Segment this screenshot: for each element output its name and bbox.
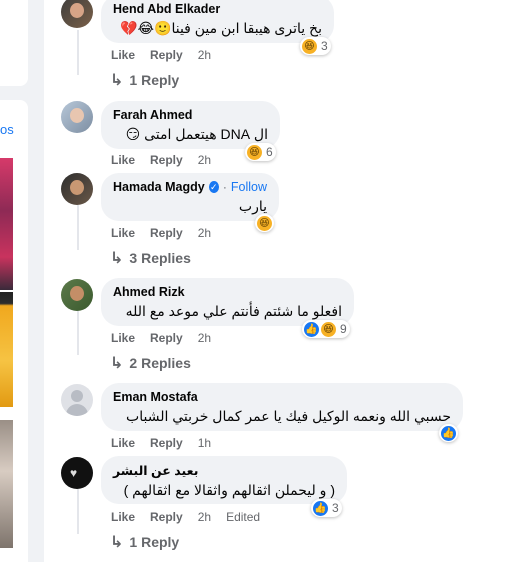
comment-bubble: Hamada Magdy ✓ · Follow يارب xyxy=(101,173,279,221)
avatar[interactable] xyxy=(61,279,93,311)
author-row: Hamada Magdy ✓ · Follow xyxy=(113,180,267,194)
comment-text: حسبي الله ونعمه الوكيل فيك يا عمر كمال خ… xyxy=(126,408,451,424)
replies-label: 2 Replies xyxy=(129,355,191,371)
reply-button[interactable]: Reply xyxy=(150,510,183,524)
separator-dot: · xyxy=(222,180,227,194)
reply-button[interactable]: Reply xyxy=(150,48,183,62)
story-thumbnail[interactable] xyxy=(0,292,13,407)
comment-bubble: Ahmed Rizk افعلو ما شئتم فأنتم علي موعد … xyxy=(101,278,354,326)
timestamp[interactable]: 2h xyxy=(198,48,211,62)
reaction-count: 9 xyxy=(340,322,347,336)
reply-arrow-icon: ↳ xyxy=(110,534,124,551)
sidebar-link[interactable]: os xyxy=(0,122,14,137)
reaction-count: 6 xyxy=(266,145,273,159)
reaction-summary[interactable]: 😆 3 xyxy=(300,37,331,55)
reply-arrow-icon: ↳ xyxy=(110,250,124,267)
timestamp[interactable]: 2h xyxy=(198,226,211,240)
comment-bubble: Hend Abd Elkader بخ ياترى هيبقا ابن مين … xyxy=(101,0,334,43)
story-thumbnail[interactable] xyxy=(0,158,13,290)
haha-reaction-icon: 😆 xyxy=(302,38,317,54)
comment-author[interactable]: Hamada Magdy xyxy=(113,180,205,194)
timestamp[interactable]: 1h xyxy=(198,436,211,450)
broken-heart-icon: ♥ xyxy=(70,466,78,480)
reply-arrow-icon: ↳ xyxy=(110,355,124,372)
follow-button[interactable]: Follow xyxy=(231,180,267,194)
comment-author[interactable]: بعيد عن البشر xyxy=(113,463,335,478)
thread-line xyxy=(77,30,79,75)
thread-line xyxy=(77,310,79,355)
comment-author[interactable]: Hend Abd Elkader xyxy=(113,2,322,16)
avatar[interactable]: ♥ xyxy=(61,457,93,489)
comment-author[interactable]: Eman Mostafa xyxy=(113,390,451,404)
like-reaction-icon: 👍 xyxy=(441,425,456,441)
reaction-summary[interactable]: 😆 6 xyxy=(245,143,276,161)
comment-text: بخ ياترى هيبقا ابن مين فينا🙂😂💔 xyxy=(120,20,322,36)
comment-bubble: بعيد عن البشر ( و ليحملن اثقالهم واثقالا… xyxy=(101,456,347,504)
comment-text: افعلو ما شئتم فأنتم علي موعد مع الله xyxy=(125,303,342,319)
replies-label: 1 Reply xyxy=(129,534,180,550)
haha-reaction-icon: 😆 xyxy=(247,144,262,160)
reply-button[interactable]: Reply xyxy=(150,153,183,167)
comment-text: ال DNA هيتعمل امتى 😏 xyxy=(125,126,268,142)
avatar[interactable] xyxy=(61,173,93,205)
comment-author[interactable]: Ahmed Rizk xyxy=(113,285,342,299)
timestamp[interactable]: 2h xyxy=(198,331,211,345)
comment-text: يارب xyxy=(238,198,267,214)
reaction-summary[interactable]: 👍 😆 9 xyxy=(302,320,350,338)
comment-bubble: Farah Ahmed ال DNA هيتعمل امتى 😏 xyxy=(101,101,280,149)
like-reaction-icon: 👍 xyxy=(313,500,328,516)
comment-actions: Like Reply 2h xyxy=(111,331,211,345)
story-thumbnail[interactable] xyxy=(0,420,13,548)
reply-button[interactable]: Reply xyxy=(150,226,183,240)
thread-line xyxy=(77,205,79,250)
left-panel: os xyxy=(0,100,28,562)
comment-author[interactable]: Farah Ahmed xyxy=(113,108,268,122)
comment-actions: Like Reply 1h xyxy=(111,436,211,450)
like-button[interactable]: Like xyxy=(111,331,135,345)
like-button[interactable]: Like xyxy=(111,153,135,167)
comment-text: ( و ليحملن اثقالهم واثقالا مع اثقالهم ) xyxy=(123,482,335,498)
timestamp[interactable]: 2h xyxy=(198,510,211,524)
like-button[interactable]: Like xyxy=(111,48,135,62)
thread-line xyxy=(77,489,79,534)
like-button[interactable]: Like xyxy=(111,226,135,240)
reply-button[interactable]: Reply xyxy=(150,436,183,450)
left-panel-top xyxy=(0,0,28,86)
like-reaction-icon: 👍 xyxy=(304,321,319,337)
reaction-summary[interactable]: 👍 xyxy=(439,424,458,442)
view-replies-button[interactable]: ↳ 2 Replies xyxy=(110,353,191,373)
replies-label: 1 Reply xyxy=(129,72,180,88)
comment-bubble: Eman Mostafa حسبي الله ونعمه الوكيل فيك … xyxy=(101,383,463,431)
view-replies-button[interactable]: ↳ 3 Replies xyxy=(110,248,191,268)
avatar[interactable] xyxy=(61,101,93,133)
comment-actions: Like Reply 2h Edited xyxy=(111,510,260,524)
edited-label: Edited xyxy=(226,510,261,524)
replies-label: 3 Replies xyxy=(129,250,191,266)
timestamp[interactable]: 2h xyxy=(198,153,211,167)
comments-section: Hend Abd Elkader بخ ياترى هيبقا ابن مين … xyxy=(44,0,526,562)
reply-button[interactable]: Reply xyxy=(150,331,183,345)
verified-badge-icon: ✓ xyxy=(208,181,219,193)
like-button[interactable]: Like xyxy=(111,510,135,524)
comment-actions: Like Reply 2h xyxy=(111,226,211,240)
like-button[interactable]: Like xyxy=(111,436,135,450)
comment-actions: Like Reply 2h xyxy=(111,153,211,167)
reaction-summary[interactable]: 👍 3 xyxy=(311,499,342,517)
avatar[interactable] xyxy=(61,0,93,28)
reply-arrow-icon: ↳ xyxy=(110,72,124,89)
reaction-summary[interactable]: 😆 xyxy=(255,214,274,232)
avatar[interactable] xyxy=(61,384,93,416)
view-replies-button[interactable]: ↳ 1 Reply xyxy=(110,532,179,552)
haha-reaction-icon: 😆 xyxy=(321,321,336,337)
reaction-count: 3 xyxy=(332,501,339,515)
view-replies-button[interactable]: ↳ 1 Reply xyxy=(110,70,179,90)
comment-actions: Like Reply 2h xyxy=(111,48,211,62)
reaction-count: 3 xyxy=(321,39,328,53)
haha-reaction-icon: 😆 xyxy=(257,215,272,231)
